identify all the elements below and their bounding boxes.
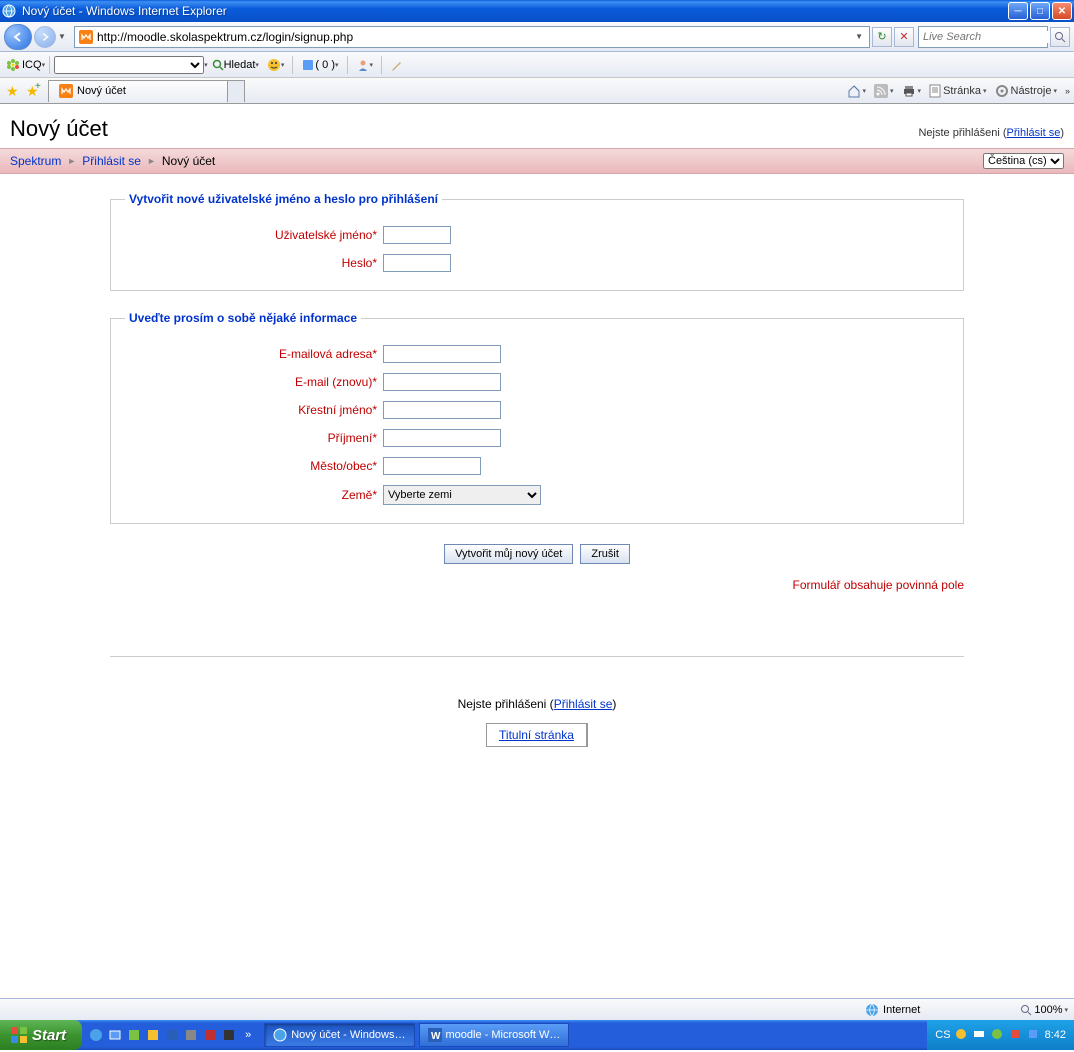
tools-menu[interactable]: Nástroje▾ xyxy=(995,84,1057,98)
email2-input[interactable] xyxy=(383,373,501,391)
icq-label: ICQ xyxy=(22,59,42,71)
close-button[interactable]: ✕ xyxy=(1052,2,1072,20)
ql-expand[interactable]: » xyxy=(240,1027,256,1043)
ql-icon-2[interactable] xyxy=(107,1027,123,1043)
moodle-favicon xyxy=(59,84,73,98)
home-page-button[interactable]: Titulní stránka xyxy=(486,723,588,747)
icq-icon xyxy=(6,58,20,72)
breadcrumb-root[interactable]: Spektrum xyxy=(10,154,61,168)
svg-text:W: W xyxy=(431,1031,441,1042)
firstname-input[interactable] xyxy=(383,401,501,419)
url-dropdown[interactable]: ▼ xyxy=(853,32,865,41)
search-go-button[interactable] xyxy=(1050,27,1070,47)
nav-history-dropdown[interactable]: ▼ xyxy=(58,32,68,41)
legend-credentials: Vytvořit nové uživatelské jméno a heslo … xyxy=(125,192,442,206)
window-titlebar: Nový účet - Windows Internet Explorer ─ … xyxy=(0,0,1074,22)
stop-button[interactable]: ✕ xyxy=(894,27,914,47)
country-select[interactable]: Vyberte zemi xyxy=(383,485,541,505)
tray-icon-3[interactable] xyxy=(991,1028,1005,1042)
email-input[interactable] xyxy=(383,345,501,363)
maximize-button[interactable]: □ xyxy=(1030,2,1050,20)
fieldset-personal: Uveďte prosím o sobě nějaké informace E-… xyxy=(110,311,964,524)
system-tray: CS 8:42 xyxy=(927,1020,1074,1050)
tabs-toolbar: ★ ★+ Nový účet ▾ ▾ ▾ Stránka▾ Nástroje▾ … xyxy=(0,78,1074,104)
icq-toolbar: ICQ ▾ ▾ Hledat ▾ ▾ ( 0 ) ▾ ▾ xyxy=(0,52,1074,78)
window-title: Nový účet - Windows Internet Explorer xyxy=(22,4,227,18)
security-zone: Internet xyxy=(865,1003,920,1017)
tray-lang[interactable]: CS xyxy=(935,1029,950,1041)
taskbar-item-ie[interactable]: Nový účet - Windows… xyxy=(264,1023,414,1047)
status-bar: Internet 100% ▾ xyxy=(0,998,1074,1020)
url-input[interactable] xyxy=(97,30,853,44)
internet-zone-icon xyxy=(865,1003,879,1017)
tray-icon-2[interactable] xyxy=(973,1028,987,1042)
tray-icon-1[interactable] xyxy=(955,1028,969,1042)
minimize-button[interactable]: ─ xyxy=(1008,2,1028,20)
fieldset-credentials: Vytvořit nové uživatelské jméno a heslo … xyxy=(110,192,964,291)
username-input[interactable] xyxy=(383,226,451,244)
address-bar[interactable]: ▼ xyxy=(74,26,870,48)
legend-personal: Uveďte prosím o sobě nějaké informace xyxy=(125,311,361,325)
search-input[interactable] xyxy=(923,31,1066,43)
required-note: Formulář obsahuje povinná pole xyxy=(110,564,964,596)
tray-clock[interactable]: 8:42 xyxy=(1045,1029,1066,1041)
moodle-favicon xyxy=(79,30,93,44)
taskbar: Start » Nový účet - Windows… W moodle - … xyxy=(0,1020,1074,1050)
page-menu[interactable]: Stránka▾ xyxy=(929,84,986,98)
city-input[interactable] xyxy=(383,457,481,475)
ql-icon-3[interactable] xyxy=(126,1027,142,1043)
password-input[interactable] xyxy=(383,254,451,272)
page-viewport: Nový účet Nejste přihlášeni (Přihlásit s… xyxy=(0,104,1074,1052)
cancel-button[interactable] xyxy=(580,544,630,564)
print-button[interactable]: ▾ xyxy=(902,84,922,98)
ql-icon-1[interactable] xyxy=(88,1027,104,1043)
quick-launch: » xyxy=(82,1027,262,1043)
page-title: Nový účet xyxy=(10,116,108,142)
nav-toolbar: ▼ ▼ ↻ ✕ xyxy=(0,22,1074,52)
ql-icon-6[interactable] xyxy=(183,1027,199,1043)
tray-icon-5[interactable] xyxy=(1027,1028,1041,1042)
footer-login-status: Nejste přihlášeni (Přihlásit se) xyxy=(0,697,1074,711)
ql-icon-5[interactable] xyxy=(164,1027,180,1043)
forward-button[interactable] xyxy=(34,26,56,48)
new-tab-button[interactable] xyxy=(227,80,245,102)
back-button[interactable] xyxy=(4,24,32,50)
footer-login-link[interactable]: Přihlásit se xyxy=(554,697,613,711)
tray-icon-4[interactable] xyxy=(1009,1028,1023,1042)
icq-menu-dropdown[interactable]: ▾ xyxy=(42,61,46,69)
search-box[interactable] xyxy=(918,26,1048,48)
ie-icon xyxy=(2,3,18,19)
submit-button[interactable] xyxy=(444,544,573,564)
taskbar-item-word[interactable]: W moodle - Microsoft W… xyxy=(419,1023,570,1047)
ql-icon-8[interactable] xyxy=(221,1027,237,1043)
favorites-center-button[interactable]: ★ xyxy=(6,83,22,99)
breadcrumb: Spektrum ► Přihlásit se ► Nový účet Češt… xyxy=(0,148,1074,174)
help-double-chevron[interactable]: » xyxy=(1065,86,1070,96)
icq-search-button[interactable]: Hledat ▾ xyxy=(212,59,259,71)
language-select[interactable]: Čeština (cs) xyxy=(983,153,1064,169)
start-button[interactable]: Start xyxy=(0,1020,82,1050)
breadcrumb-login[interactable]: Přihlásit se xyxy=(82,154,141,168)
icq-notify-button[interactable]: ( 0 ) ▾ xyxy=(301,58,338,72)
icq-smiley-button[interactable]: ▾ xyxy=(267,58,285,72)
icq-people-button[interactable]: ▾ xyxy=(356,58,374,72)
feeds-button[interactable]: ▾ xyxy=(874,84,894,98)
tab-active[interactable]: Nový účet xyxy=(48,80,228,102)
ql-icon-7[interactable] xyxy=(202,1027,218,1043)
home-button[interactable]: ▾ xyxy=(847,84,867,98)
login-link[interactable]: Přihlásit se xyxy=(1007,127,1061,139)
add-favorite-button[interactable]: ★+ xyxy=(26,83,42,99)
icq-search-select[interactable] xyxy=(54,56,204,74)
ql-icon-4[interactable] xyxy=(145,1027,161,1043)
breadcrumb-current: Nový účet xyxy=(162,154,215,168)
icq-pen-button[interactable] xyxy=(390,58,404,72)
zoom-control[interactable]: 100% ▾ xyxy=(1020,1004,1068,1016)
login-status: Nejste přihlášeni (Přihlásit se) xyxy=(918,127,1064,139)
tab-label: Nový účet xyxy=(77,85,126,97)
lastname-input[interactable] xyxy=(383,429,501,447)
icq-search-dropdown[interactable]: ▾ xyxy=(204,61,208,69)
refresh-button[interactable]: ↻ xyxy=(872,27,892,47)
